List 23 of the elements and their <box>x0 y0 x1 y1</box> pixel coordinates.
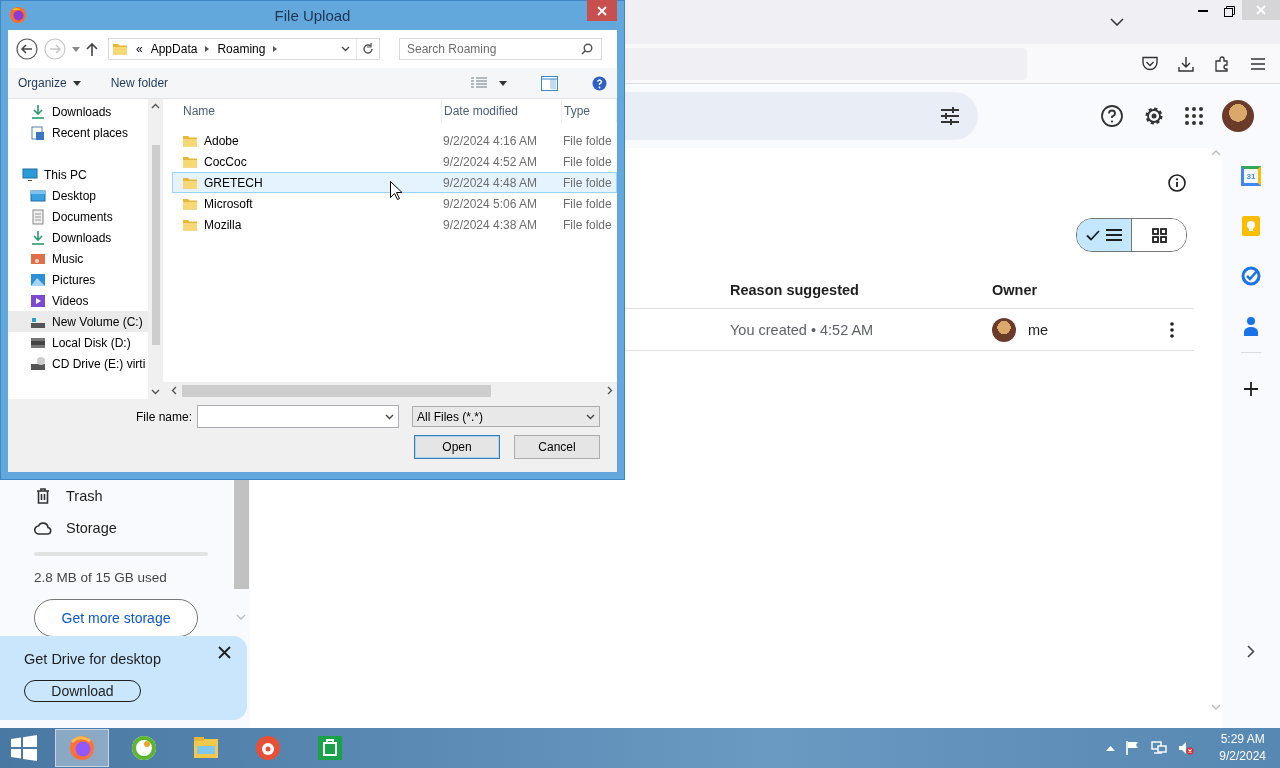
field-label: File name: <box>135 409 192 424</box>
window-title: File Upload <box>274 7 351 24</box>
table-cell: me <box>1028 321 1049 338</box>
file-type: File folde <box>563 217 613 232</box>
table-cell-text: You created • 4:52 AM <box>730 321 875 338</box>
file-type: File folde <box>563 133 613 148</box>
file-type: File folde <box>563 175 613 190</box>
file-type: File folde <box>563 196 613 211</box>
file-type: File folde <box>563 154 613 169</box>
file-name: Mozilla <box>204 217 242 232</box>
file-date: 9/2/2024 4:48 AM <box>443 175 539 190</box>
file-date: 9/2/2024 5:06 AM <box>443 196 539 211</box>
file-name: CocCoc <box>204 154 247 169</box>
file-date: 9/2/2024 4:52 AM <box>443 154 539 169</box>
file-name: Adobe <box>204 133 239 148</box>
clock-date: 9/2/2024 <box>1219 748 1266 765</box>
storage-usage: 2.8 MB of 15 GB used <box>34 570 168 585</box>
clock-time: 5:29 AM <box>1220 731 1265 748</box>
promo-title: Get Drive for desktop <box>24 651 161 667</box>
file-date: 9/2/2024 4:16 AM <box>443 133 539 148</box>
file-name: GRETECH <box>204 175 263 190</box>
file-name: Microsoft <box>204 196 253 211</box>
file-date: 9/2/2024 4:38 AM <box>443 217 539 232</box>
